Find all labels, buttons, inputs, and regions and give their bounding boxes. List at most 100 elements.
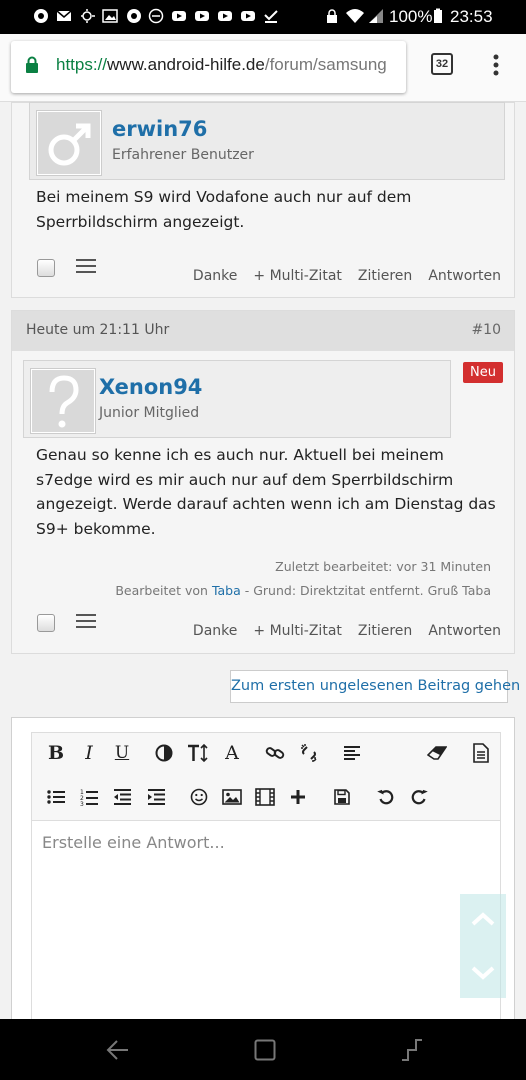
user-rank: Erfahrener Benutzer [112,147,254,163]
chrome-notification-icon [34,9,48,23]
user-rank: Junior Mitglied [99,405,200,421]
avatar[interactable] [36,110,102,176]
avatar[interactable] [30,368,96,434]
multi-quote-button[interactable]: + Multi-Zitat [253,623,342,639]
outdent-icon [114,789,131,805]
underline-button[interactable]: U [107,738,137,768]
color-button[interactable] [149,738,179,768]
bold-button[interactable]: B [41,738,71,768]
bullet-list-button[interactable] [41,782,71,812]
insert-link-button[interactable] [260,738,290,768]
post-text: Genau so kenne ich es auch nur. Aktuell … [36,446,496,538]
url-text: https://www.android-hilfe.de/forum/samsu… [56,55,387,74]
unlink-icon [301,744,317,762]
wifi-icon [346,9,364,23]
battery-percent: 100% [389,7,433,26]
chrome-notification-icon-2 [127,9,141,23]
image-icon [222,789,242,805]
edited-by-note: Bearbeitet von Taba - Grund: Direktzitat… [115,583,491,598]
select-post-checkbox[interactable] [37,259,55,277]
smiley-icon [190,788,208,806]
status-bar: 100% 23:53 [0,0,526,34]
source-mode-button[interactable] [466,738,496,768]
secure-lock-icon [26,56,38,73]
youtube-notification-icon [172,11,186,21]
floppy-disk-icon [334,789,350,805]
link-icon [265,747,285,759]
document-icon [473,743,489,763]
post-header: Heute um 21:11 Uhr #10 [12,311,514,351]
youtube-notification-icon-4 [241,11,255,21]
last-edited-note: Zuletzt bearbeitet: vor 31 Minuten [275,559,491,574]
username-link[interactable]: Xenon94 [99,375,202,399]
reply-editor: B I U A 123 Erstelle eine Antwort... [11,717,515,1050]
save-draft-button[interactable] [327,782,357,812]
overflow-menu-icon[interactable] [493,54,499,76]
font-button[interactable]: A [217,738,247,768]
align-button[interactable] [337,738,367,768]
clock: 23:53 [450,7,493,26]
contrast-icon [155,744,173,762]
reply-textarea[interactable]: Erstelle eine Antwort... [31,820,501,1050]
post-number-link[interactable]: #10 [471,322,501,338]
thanks-button[interactable]: Danke [193,623,237,639]
post-actions: Danke + Multi-Zitat Zitieren Antworten [177,623,501,639]
post-menu-icon[interactable] [75,258,97,274]
unknown-avatar-icon [49,375,79,428]
browser-toolbar: https://www.android-hilfe.de/forum/samsu… [0,34,526,102]
address-bar[interactable]: https://www.android-hilfe.de/forum/samsu… [11,41,406,93]
user-info-box: Xenon94 Junior Mitglied [23,360,451,438]
gallery-notification-icon [102,9,118,23]
user-info-box: erwin76 Erfahrener Benutzer [29,102,505,180]
insert-more-button[interactable] [283,782,313,812]
undo-button[interactable] [371,782,401,812]
numbered-list-button[interactable]: 123 [74,782,104,812]
reply-button[interactable]: Antworten [428,268,501,284]
first-unread-post-button[interactable]: Zum ersten ungelesenen Beitrag gehen [230,670,520,703]
remove-format-button[interactable] [422,738,452,768]
indent-icon [148,789,165,805]
multi-quote-button[interactable]: + Multi-Zitat [253,268,342,284]
back-icon[interactable] [106,1039,130,1061]
scroll-down-icon[interactable] [471,966,495,980]
emoji-button[interactable] [184,782,214,812]
blocked-notification-icon [148,8,164,24]
notification-lock-icon [327,9,337,23]
post-menu-icon[interactable] [75,613,97,629]
thanks-button[interactable]: Danke [193,268,237,284]
quote-button[interactable]: Zitieren [358,268,412,284]
youtube-notification-icon-2 [195,11,209,21]
youtube-notification-icon-3 [218,11,232,21]
post-date: Heute um 21:11 Uhr [26,322,170,338]
svg-text:3: 3 [80,801,84,806]
home-icon[interactable] [254,1039,276,1061]
post-text: Bei meinem S9 wird Vodafone auch nur auf… [36,188,412,231]
username-link[interactable]: erwin76 [112,117,207,141]
scroll-up-icon[interactable] [471,912,495,926]
text-height-icon [188,743,208,763]
gmail-notification-icon [56,10,72,21]
select-post-checkbox[interactable] [37,614,55,632]
reply-button[interactable]: Antworten [428,623,501,639]
recent-apps-icon[interactable] [400,1038,424,1062]
undo-icon [377,789,394,805]
battery-icon [434,8,442,23]
numbered-list-icon: 123 [80,789,98,806]
indent-button[interactable] [141,782,171,812]
redo-button[interactable] [404,782,434,812]
forum-post-10: Heute um 21:11 Uhr #10 Xenon94 Junior Mi… [11,310,515,654]
post-actions: Danke + Multi-Zitat Zitieren Antworten [177,268,501,284]
male-avatar-icon [48,123,91,166]
bullet-list-icon [47,790,65,804]
remove-link-button[interactable] [294,738,324,768]
reply-placeholder: Erstelle eine Antwort... [42,833,225,852]
quote-button[interactable]: Zitieren [358,623,412,639]
italic-button[interactable]: I [74,738,104,768]
insert-image-button[interactable] [217,782,247,812]
tab-switcher-button[interactable]: 32 [431,53,453,75]
outdent-button[interactable] [107,782,137,812]
font-size-button[interactable] [183,738,213,768]
insert-video-button[interactable] [250,782,280,812]
editor-user-link[interactable]: Taba [212,583,241,598]
align-left-icon [344,746,360,760]
